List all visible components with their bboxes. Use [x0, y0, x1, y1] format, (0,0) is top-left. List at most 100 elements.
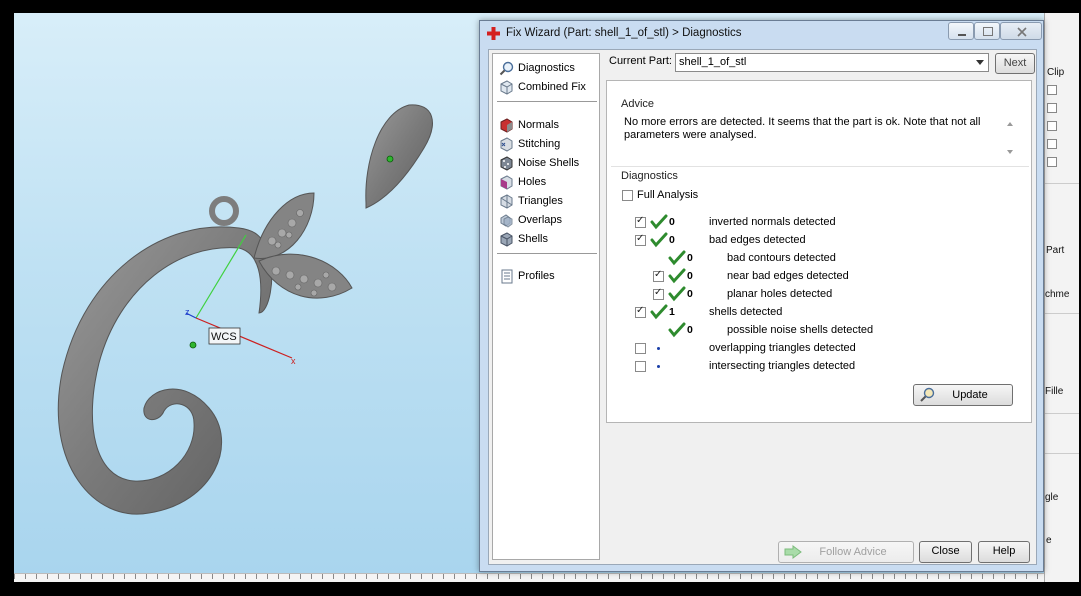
nav-item-label: Overlaps — [518, 214, 563, 226]
row-checkbox[interactable] — [653, 269, 664, 282]
shell-pivot-dot — [386, 155, 394, 163]
row-checkbox[interactable] — [635, 305, 646, 318]
top-black-border — [0, 0, 1081, 13]
maximize-icon — [983, 27, 993, 36]
overlaps-icon — [500, 213, 513, 228]
row-count: 0 — [687, 252, 693, 264]
nav-item-label: Noise Shells — [518, 157, 580, 169]
right-panel-label-gle: gle — [1045, 492, 1059, 503]
wcs-label: WCS — [211, 331, 237, 343]
pending-dot-icon — [657, 365, 660, 368]
full-analysis-checkbox[interactable] — [622, 190, 633, 201]
row-label: near bad edges detected — [727, 270, 849, 282]
nav-separator — [497, 253, 597, 254]
row-label: bad edges detected — [709, 234, 806, 246]
g-shape-part — [57, 226, 273, 515]
follow-advice-label: Follow Advice — [819, 546, 887, 558]
row-label: overlapping triangles detected — [709, 342, 856, 354]
leaf-upper — [253, 192, 315, 259]
right-panel-checkbox[interactable] — [1047, 139, 1057, 149]
nav-item-normals[interactable]: Normals — [499, 116, 559, 134]
right-panel-checkbox[interactable] — [1047, 103, 1057, 113]
green-check-icon — [668, 286, 686, 302]
right-panel-label-part: Part — [1046, 245, 1065, 256]
wizard-nav-panel: Diagnostics Combined Fix Normals Stitchi… — [492, 53, 600, 560]
right-panel-checkbox[interactable] — [1047, 157, 1057, 167]
separate-shell-part — [365, 104, 433, 209]
row-count: 0 — [669, 216, 675, 228]
advice-text: No more errors are detected. It seems th… — [624, 116, 981, 141]
dialog-titlebar[interactable]: Fix Wizard (Part: shell_1_of_stl) > Diag… — [480, 21, 1043, 47]
next-button[interactable]: Next — [995, 53, 1035, 74]
minimize-icon — [958, 34, 966, 36]
nav-item-shells[interactable]: Shells — [499, 230, 548, 248]
full-analysis-label: Full Analysis — [637, 189, 699, 201]
right-panel-label-e: e — [1046, 535, 1052, 546]
close-button[interactable]: Close — [919, 541, 972, 563]
nav-item-combined-fix[interactable]: Combined Fix — [499, 78, 586, 96]
nav-item-label: Stitching — [518, 138, 561, 150]
advice-scrollbar[interactable] — [1003, 113, 1017, 163]
right-panel-divider — [1045, 413, 1079, 414]
scroll-down-icon[interactable] — [1007, 150, 1013, 154]
nav-item-noise-shells[interactable]: Noise Shells — [499, 154, 579, 172]
holes-icon — [500, 174, 513, 190]
green-check-icon — [650, 214, 668, 230]
red-cross-icon — [487, 27, 500, 40]
dialog-title: Fix Wizard (Part: shell_1_of_stl) > Diag… — [506, 27, 742, 39]
current-part-value: shell_1_of_stl — [679, 56, 747, 68]
diagnostics-list: Full Analysis 0 inverted normals detected… — [617, 180, 1019, 410]
right-panel-label-clip: Clip — [1047, 67, 1065, 78]
row-checkbox[interactable] — [635, 361, 646, 372]
update-label: Update — [952, 389, 988, 401]
nav-item-label: Diagnostics — [518, 62, 575, 74]
green-check-icon — [668, 268, 686, 284]
nav-item-label: Shells — [518, 233, 548, 245]
stitching-icon — [500, 136, 513, 152]
row-checkbox[interactable] — [635, 233, 646, 246]
scroll-up-icon[interactable] — [1007, 122, 1013, 126]
nav-item-triangles[interactable]: Triangles — [499, 192, 563, 210]
nav-separator — [497, 101, 597, 102]
row-count: 0 — [687, 288, 693, 300]
close-icon — [1017, 27, 1027, 37]
nav-item-label: Combined Fix — [518, 81, 586, 93]
row-label: bad contours detected — [727, 252, 836, 264]
noise-shells-icon — [500, 155, 513, 171]
current-part-label: Current Part: — [609, 55, 672, 67]
nav-item-diagnostics[interactable]: Diagnostics — [499, 59, 575, 77]
maximize-button[interactable] — [974, 22, 1000, 40]
fix-wizard-dialog: Fix Wizard (Part: shell_1_of_stl) > Diag… — [479, 20, 1044, 572]
nav-item-label: Holes — [518, 176, 547, 188]
close-window-button[interactable] — [1000, 22, 1042, 40]
row-checkbox[interactable] — [635, 215, 646, 228]
cube-icon — [500, 79, 513, 95]
diagnostics-panel: Advice No more errors are detected. It s… — [606, 80, 1032, 423]
magnifier-icon — [499, 61, 514, 75]
bail-ring — [209, 196, 239, 226]
axis-z-label: z — [185, 307, 190, 317]
current-part-select[interactable]: shell_1_of_stl — [675, 53, 989, 72]
advice-title: Advice — [621, 98, 655, 110]
nav-item-label: Triangles — [518, 195, 563, 207]
minimize-button[interactable] — [948, 22, 974, 40]
right-panel-divider — [1045, 453, 1079, 454]
row-count: 1 — [669, 306, 675, 318]
row-label: inverted normals detected — [709, 216, 836, 228]
row-label: planar holes detected — [727, 288, 833, 300]
nav-item-label: Normals — [518, 119, 559, 131]
nav-item-stitching[interactable]: Stitching — [499, 135, 560, 153]
help-button[interactable]: Help — [978, 541, 1030, 563]
right-panel-checkbox[interactable] — [1047, 121, 1057, 131]
shells-icon — [500, 231, 513, 247]
triangles-icon — [500, 193, 513, 209]
follow-advice-button[interactable]: Follow Advice — [778, 541, 914, 563]
origin-dot — [189, 341, 197, 349]
nav-item-overlaps[interactable]: Overlaps — [499, 211, 562, 229]
row-checkbox[interactable] — [653, 287, 664, 300]
nav-item-holes[interactable]: Holes — [499, 173, 546, 191]
row-checkbox[interactable] — [635, 343, 646, 354]
nav-item-profiles[interactable]: Profiles — [499, 267, 555, 285]
right-panel-checkbox[interactable] — [1047, 85, 1057, 95]
update-button[interactable]: Update — [913, 384, 1013, 406]
